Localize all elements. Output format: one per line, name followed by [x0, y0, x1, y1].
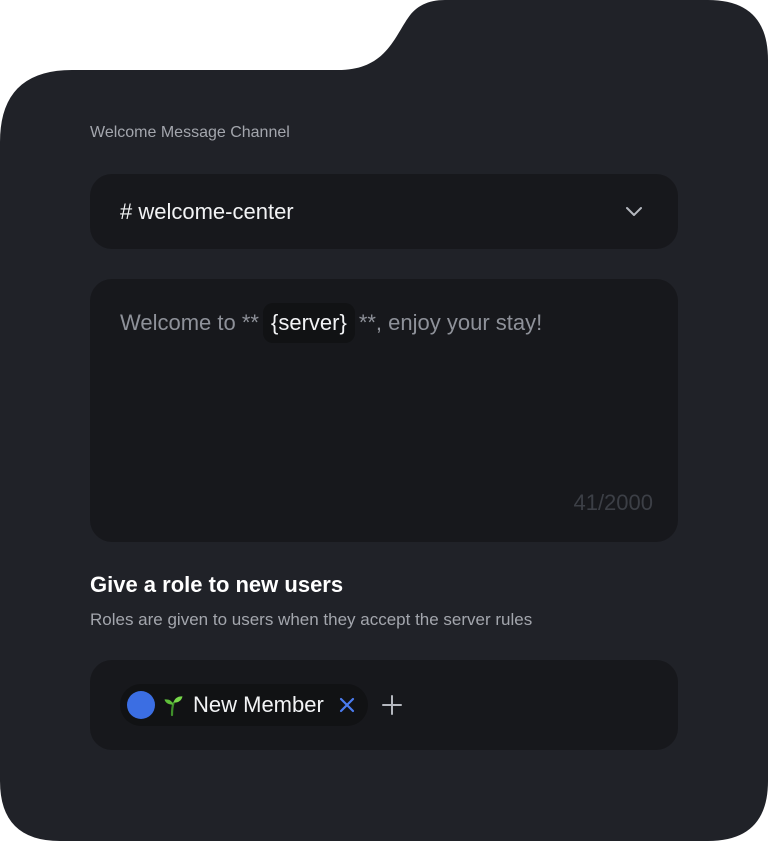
- plus-icon[interactable]: [381, 694, 403, 716]
- welcome-channel-value: # welcome-center: [120, 198, 294, 224]
- roles-section-title: Give a role to new users: [90, 572, 344, 597]
- close-icon[interactable]: [338, 696, 356, 714]
- role-chip[interactable]: New Member: [120, 684, 368, 726]
- chevron-down-icon: [624, 202, 644, 222]
- welcome-message-input[interactable]: Welcome to ** {server} **, enjoy your st…: [90, 279, 678, 542]
- message-suffix: **, enjoy your stay!: [358, 310, 543, 335]
- welcome-channel-select[interactable]: # welcome-center: [90, 174, 678, 249]
- character-counter: 41/2000: [573, 490, 653, 515]
- roles-section-description: Roles are given to users when they accep…: [90, 610, 533, 629]
- roles-picker[interactable]: New Member: [90, 660, 678, 750]
- seedling-icon: [161, 693, 185, 717]
- welcome-channel-label: Welcome Message Channel: [90, 124, 290, 141]
- server-variable-chip[interactable]: {server}: [262, 303, 355, 343]
- role-name: New Member: [193, 692, 324, 717]
- message-prefix: Welcome to **: [120, 310, 259, 335]
- role-color-dot: [127, 691, 155, 719]
- welcome-message-text: Welcome to ** {server} **, enjoy your st…: [120, 303, 542, 343]
